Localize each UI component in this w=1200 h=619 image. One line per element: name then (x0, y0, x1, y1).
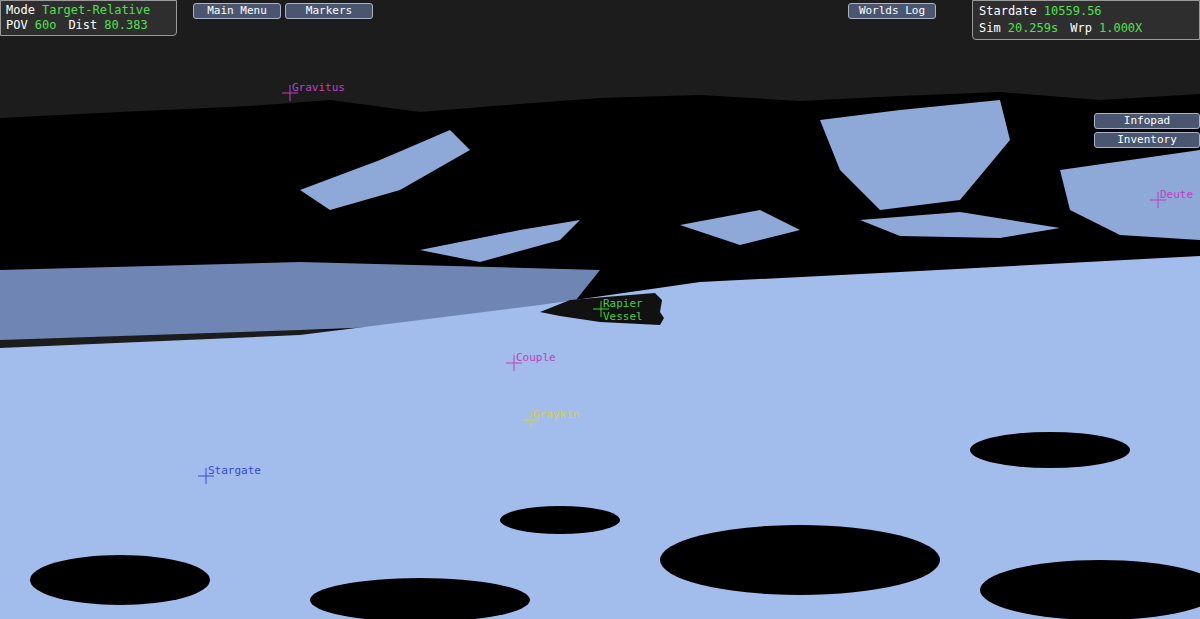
marker-label: Deute (1160, 188, 1193, 201)
hud-field: Mode Target-Relative (6, 3, 150, 18)
hud-label: Dist (68, 18, 97, 33)
hud-field: Stardate 10559.56 (979, 4, 1102, 19)
marker-line: Rapier (603, 297, 643, 310)
hud-label: Stardate (979, 4, 1037, 19)
hud-row: POV 60o Dist 80.383 (6, 18, 171, 33)
marker-line: Graykin (533, 408, 579, 421)
hud-value: 60o (35, 18, 57, 33)
marker-label: Gravitus (292, 81, 345, 94)
hud-label: Sim (979, 21, 1001, 36)
top-bar: Mode Target-Relative POV 60o Dist 80.383 Main … (0, 0, 1200, 40)
snow-patch (860, 212, 1060, 238)
rock-patch (500, 506, 620, 534)
marker-label: Couple (516, 351, 556, 364)
marker-line: Gravitus (292, 81, 345, 94)
rock-patch (310, 578, 530, 619)
snow-patch (420, 220, 580, 262)
hud-button[interactable]: Infopad (1094, 113, 1200, 129)
rock-patch (980, 560, 1200, 619)
snow-patch (680, 210, 800, 245)
game-screen: Gravitus Deute Couple Graykin Stargate Rapier… (0, 0, 1200, 619)
hud-button[interactable]: Inventory (1094, 132, 1200, 148)
hud-button[interactable]: Markers (285, 3, 373, 19)
marker-line: Deute (1160, 188, 1193, 201)
snow-patch (1060, 150, 1200, 240)
marker-label: Graykin (533, 408, 579, 421)
left-buttons: Main MenuMarkers (193, 3, 373, 19)
rock-patch (970, 432, 1130, 468)
marker-line: Stargate (208, 464, 261, 477)
hud-value: 1.000X (1099, 21, 1142, 36)
hud-button[interactable]: Main Menu (193, 3, 281, 19)
ground (0, 256, 1200, 619)
time-panel: Stardate 10559.56 Sim 20.259s Wrp 1.000X (972, 0, 1200, 40)
hud-label: Mode (6, 3, 35, 18)
side-buttons: Infopad Inventory (1094, 113, 1200, 148)
hud-row: Sim 20.259s Wrp 1.000X (979, 21, 1193, 36)
right-buttons: Worlds Log (848, 3, 936, 19)
hud-value: 10559.56 (1044, 4, 1102, 19)
hud-value: 80.383 (104, 18, 147, 33)
rock-patch (660, 525, 940, 595)
hud-label: POV (6, 18, 28, 33)
hud-row: Stardate 10559.56 (979, 4, 1193, 19)
hud-field: Wrp 1.000X (1070, 21, 1142, 36)
hud-button[interactable]: Worlds Log (848, 3, 936, 19)
marker-line: Couple (516, 351, 556, 364)
hud-field: Dist 80.383 (68, 18, 147, 33)
hud-value: Target-Relative (42, 3, 150, 18)
snow-patch (300, 130, 470, 210)
snow-patch (820, 100, 1010, 210)
view-panel: Mode Target-Relative POV 60o Dist 80.383 (0, 0, 177, 36)
marker-label: Stargate (208, 464, 261, 477)
marker-line: Vessel (603, 310, 643, 323)
vessel-icon (540, 293, 664, 325)
hud-field: Sim 20.259s (979, 21, 1058, 36)
hud-label: Wrp (1070, 21, 1092, 36)
rock-patch (30, 555, 210, 605)
hud-row: Mode Target-Relative (6, 3, 171, 18)
hud-field: POV 60o (6, 18, 56, 33)
hud-value: 20.259s (1008, 21, 1059, 36)
marker-label: RapierVessel (603, 297, 643, 323)
